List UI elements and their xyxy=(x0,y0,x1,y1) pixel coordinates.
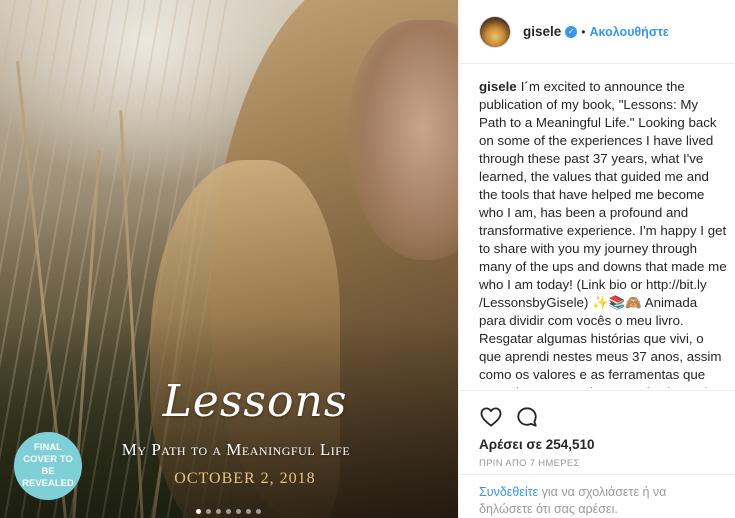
carousel-dot xyxy=(246,509,251,514)
comment-icon xyxy=(517,407,537,427)
book-title: Lessons xyxy=(162,376,348,427)
caption-text: I´m excited to announce the publication … xyxy=(479,79,727,388)
cover-badge-text: FINAL COVER TO BE REVEALED xyxy=(22,442,74,489)
caption-username[interactable]: gisele xyxy=(479,79,517,94)
header-username[interactable]: gisele xyxy=(523,24,561,39)
login-link[interactable]: Συνδεθείτε xyxy=(479,485,538,499)
carousel-dot xyxy=(216,509,221,514)
book-subtitle: My Path to a Meaningful Life xyxy=(121,440,351,459)
likes-count[interactable]: Αρέσει σε 254,510 xyxy=(479,437,720,452)
verified-badge-icon: ✓ xyxy=(565,25,578,38)
post-side-panel: gisele ✓ • Ακολουθήστε gisele I´m excited… xyxy=(458,0,735,518)
carousel-dot xyxy=(196,509,201,514)
book-release-date: OCTOBER 2, 2018 xyxy=(174,470,316,487)
carousel-dot xyxy=(236,509,241,514)
post-header: gisele ✓ • Ακολουθήστε xyxy=(459,0,735,64)
like-button[interactable] xyxy=(479,405,503,429)
comment-button[interactable] xyxy=(515,405,539,429)
post-actions: Αρέσει σε 254,510 ΠΡΙΝ ΑΠΟ 7 ΗΜΕΡΕΣ xyxy=(459,390,735,469)
heart-icon xyxy=(480,407,502,427)
post-timestamp[interactable]: ΠΡΙΝ ΑΠΟ 7 ΗΜΕΡΕΣ xyxy=(479,458,720,469)
post-photo[interactable]: Lessons My Path to a Meaningful Life OCT… xyxy=(0,0,458,518)
carousel-dot xyxy=(256,509,261,514)
carousel-dot xyxy=(226,509,231,514)
follow-button[interactable]: Ακολουθήστε xyxy=(589,25,668,39)
carousel-indicator xyxy=(196,509,261,514)
carousel-dot xyxy=(206,509,211,514)
avatar[interactable] xyxy=(479,15,511,48)
caption: gisele I´m excited to announce the public… xyxy=(479,78,727,388)
comment-login-prompt: Συνδεθείτε για να σχολιάσετε ή να δηλώσε… xyxy=(459,474,735,518)
cover-badge: FINAL COVER TO BE REVEALED xyxy=(14,432,82,500)
separator-dot: • xyxy=(581,24,586,39)
action-icons xyxy=(479,399,720,435)
